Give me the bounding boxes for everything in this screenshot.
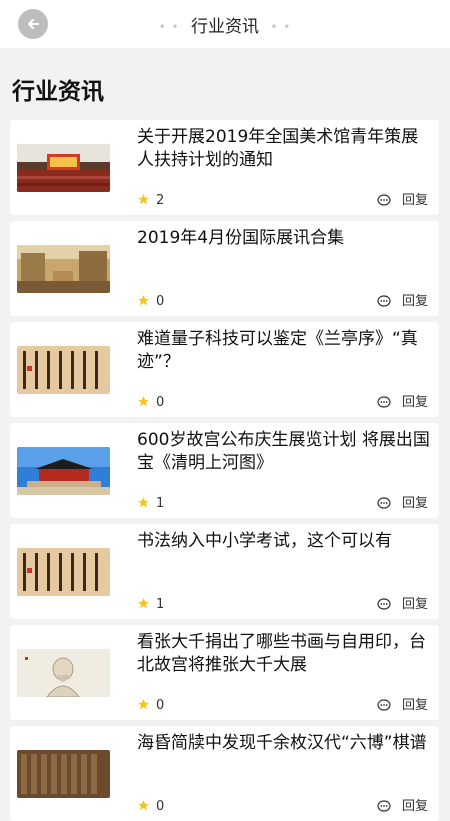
article-title: 看张大千捐出了哪些书画与自用印，台北故宫将推张大千大展: [137, 632, 426, 675]
section-title: 行业资讯: [12, 79, 104, 105]
article-title: 关于开展2019年全国美术馆青年策展人扶持计划的通知: [137, 127, 419, 170]
reply-button[interactable]: 回复: [402, 593, 428, 612]
article-title: 600岁故宫公布庆生展览计划 将展出国宝《清明上河图》: [137, 430, 430, 473]
article-thumbnail: [17, 447, 110, 495]
like-count: 0: [156, 799, 165, 814]
comment-icon: [377, 800, 391, 812]
top-bar: • • 行业资讯 • •: [0, 0, 450, 48]
article-card[interactable]: 2019年4月份国际展讯合集 0 回复: [10, 221, 439, 316]
article-thumbnail: [17, 144, 110, 192]
article-card[interactable]: 难道量子科技可以鉴定《兰亭序》“真迹”？ 0 回复: [10, 322, 439, 417]
article-title: 2019年4月份国际展讯合集: [137, 228, 345, 248]
like-count: 0: [156, 294, 165, 309]
article-thumbnail: [17, 649, 110, 697]
article-thumbnail: [17, 548, 110, 596]
article-title: 难道量子科技可以鉴定《兰亭序》“真迹”？: [137, 329, 418, 372]
star-icon: [138, 699, 149, 710]
reply-button[interactable]: 回复: [402, 694, 428, 713]
like-count: 1: [156, 597, 165, 612]
reply-button[interactable]: 回复: [402, 795, 428, 814]
header-title-group: • • 行业资讯 • •: [0, 12, 450, 37]
like-count: 2: [156, 193, 165, 208]
reply-button[interactable]: 回复: [402, 290, 428, 309]
comment-icon: [377, 699, 391, 711]
article-thumbnail: [17, 245, 110, 293]
reply-button[interactable]: 回复: [402, 189, 428, 208]
article-card[interactable]: 看张大千捐出了哪些书画与自用印，台北故宫将推张大千大展 0 回复: [10, 625, 439, 720]
article-title: 书法纳入中小学考试，这个可以有: [137, 531, 392, 551]
article-card[interactable]: 海昏简牍中发现千余枚汉代“六博”棋谱 0 回复: [10, 726, 439, 821]
comment-icon: [377, 194, 391, 206]
star-icon: [138, 800, 149, 811]
comment-icon: [377, 598, 391, 610]
comment-icon: [377, 497, 391, 509]
title-dots-left: • •: [158, 20, 180, 34]
article-card[interactable]: 书法纳入中小学考试，这个可以有 1 回复: [10, 524, 439, 619]
like-count: 1: [156, 496, 165, 511]
comment-icon: [377, 295, 391, 307]
star-icon: [138, 295, 149, 306]
reply-button[interactable]: 回复: [402, 391, 428, 410]
star-icon: [138, 598, 149, 609]
page-title: 行业资讯: [191, 17, 259, 37]
article-card[interactable]: 600岁故宫公布庆生展览计划 将展出国宝《清明上河图》 1 回复: [10, 423, 439, 518]
title-dots-right: • •: [270, 20, 292, 34]
article-thumbnail: [17, 750, 110, 798]
article-card[interactable]: 关于开展2019年全国美术馆青年策展人扶持计划的通知 2 回复: [10, 120, 439, 215]
comment-icon: [377, 396, 391, 408]
reply-button[interactable]: 回复: [402, 492, 428, 511]
like-count: 0: [156, 395, 165, 410]
star-icon: [138, 396, 149, 407]
article-thumbnail: [17, 346, 110, 394]
star-icon: [138, 194, 149, 205]
like-count: 0: [156, 698, 165, 713]
star-icon: [138, 497, 149, 508]
article-title: 海昏简牍中发现千余枚汉代“六博”棋谱: [137, 733, 427, 753]
